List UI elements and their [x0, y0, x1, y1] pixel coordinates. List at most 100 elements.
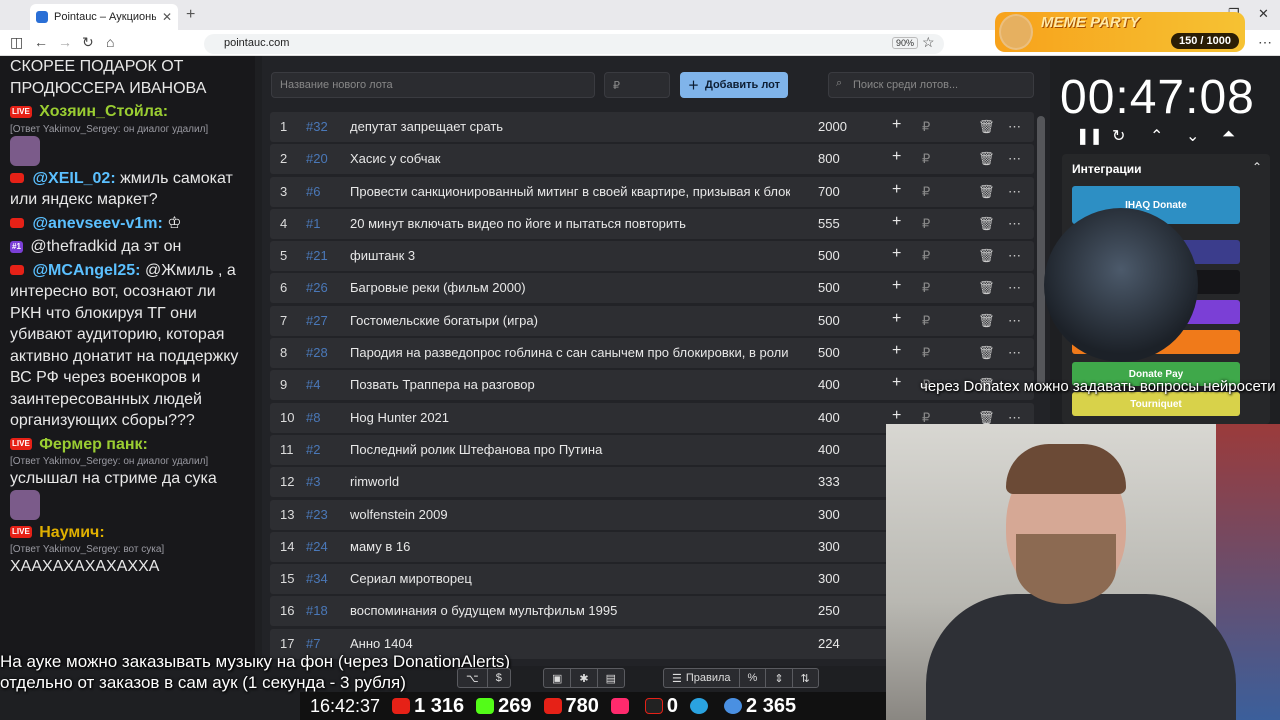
- close-tab-icon[interactable]: ✕: [162, 10, 172, 24]
- lot-name[interactable]: воспоминания о будущем мультфильм 1995: [350, 603, 790, 618]
- more-icon[interactable]: ⋯: [1008, 280, 1021, 296]
- more-icon[interactable]: ⋯: [1008, 119, 1021, 135]
- amount-input[interactable]: ₽: [604, 72, 670, 98]
- lot-name[interactable]: 20 минут включать видео по йоге и пытать…: [350, 216, 790, 231]
- ruble-icon[interactable]: ₽: [922, 151, 930, 167]
- chevron-up-icon[interactable]: ⌃: [1150, 126, 1163, 146]
- lot-row[interactable]: 5 #21 фиштанк 3 500 + ₽ 🗑 ⋯: [270, 241, 1034, 272]
- reset-icon[interactable]: ↻: [1112, 126, 1125, 146]
- rules-button[interactable]: ☰ Правила: [664, 669, 740, 687]
- add-amount-icon[interactable]: +: [892, 374, 901, 392]
- ruble-icon[interactable]: ₽: [922, 248, 930, 264]
- save-icon[interactable]: ▣: [544, 669, 572, 687]
- lot-row[interactable]: 1 #32 депутат запрещает срать 2000 + ₽ 🗑 ⋯: [270, 112, 1034, 142]
- chat-user: @XEIL_02:: [32, 169, 116, 187]
- lot-name[interactable]: Последний ролик Штефанова про Путина: [350, 442, 790, 457]
- lot-name[interactable]: маму в 16: [350, 539, 790, 554]
- lot-name[interactable]: Багровые реки (фильм 2000): [350, 280, 790, 295]
- add-amount-icon[interactable]: +: [892, 407, 901, 425]
- add-lot-button[interactable]: ＋ Добавить лот: [680, 72, 788, 98]
- lot-row[interactable]: 7 #27 Гостомельские богатыри (игра) 500 + ₽ 🗑 ⋯: [270, 305, 1034, 336]
- integration-button[interactable]: Tourniquet: [1072, 392, 1240, 416]
- tab-pointauc[interactable]: Pointauc – Аукционы, лотереи ✕: [30, 4, 178, 30]
- add-amount-icon[interactable]: +: [892, 310, 901, 328]
- lot-name[interactable]: Hog Hunter 2021: [350, 410, 790, 425]
- viewers-count: 2 365: [746, 694, 797, 717]
- home-icon[interactable]: ⌂: [106, 34, 114, 50]
- lot-row[interactable]: 4 #1 20 минут включать видео по йоге и пыт…: [270, 208, 1034, 239]
- rutube-icon: [644, 698, 663, 715]
- lot-name[interactable]: Сериал миротворец: [350, 571, 790, 586]
- more-icon[interactable]: ⋯: [1008, 248, 1021, 264]
- more-icon[interactable]: ⋯: [1008, 216, 1021, 232]
- menu-icon[interactable]: ⋯: [1258, 34, 1272, 51]
- add-amount-icon[interactable]: +: [892, 245, 901, 263]
- reload-icon[interactable]: ↻: [82, 34, 94, 51]
- sidebar-icon[interactable]: ◫: [10, 34, 23, 51]
- ruble-icon[interactable]: ₽: [922, 345, 930, 361]
- add-amount-icon[interactable]: +: [892, 181, 901, 199]
- more-icon[interactable]: ⋯: [1008, 313, 1021, 329]
- lot-row[interactable]: 2 #20 Хасис у собчак 800 + ₽ 🗑 ⋯: [270, 144, 1034, 175]
- lot-row[interactable]: 3 #6 Провести санкционированный митинг в с…: [270, 176, 1034, 207]
- lot-name[interactable]: Анно 1404: [350, 636, 790, 651]
- new-tab-icon[interactable]: +: [186, 6, 195, 24]
- pause-icon[interactable]: ❚❚: [1076, 126, 1103, 146]
- lot-row[interactable]: 6 #26 Багровые реки (фильм 2000) 500 + ₽ 🗑 ⋯: [270, 273, 1034, 304]
- favorite-icon[interactable]: ☆: [922, 34, 935, 51]
- new-lot-input[interactable]: Название нового лота: [271, 72, 595, 98]
- lot-row[interactable]: 8 #28 Пародия на разведопрос гоблина с сан…: [270, 338, 1034, 369]
- lot-amount: 300: [818, 538, 840, 554]
- delete-icon[interactable]: 🗑: [978, 184, 995, 200]
- add-amount-icon[interactable]: +: [892, 148, 901, 166]
- collapse-icon[interactable]: ⌃: [1252, 160, 1262, 174]
- lot-name[interactable]: Гостомельские богатыри (игра): [350, 313, 790, 328]
- ruble-icon[interactable]: ₽: [922, 216, 930, 232]
- ruble-icon[interactable]: ₽: [922, 119, 930, 135]
- percent-icon[interactable]: %: [740, 669, 767, 687]
- url-field[interactable]: pointauc.com: [204, 34, 944, 54]
- delete-icon[interactable]: 🗑: [978, 248, 995, 264]
- bug-icon[interactable]: ✱: [571, 669, 598, 687]
- delete-icon[interactable]: 🗑: [978, 345, 995, 361]
- lot-name[interactable]: Позвать Траппера на разговор: [350, 377, 790, 392]
- lot-name[interactable]: Хасис у собчак: [350, 151, 790, 166]
- lot-name[interactable]: Провести санкционированный митинг в свое…: [350, 184, 790, 199]
- back-icon[interactable]: ←: [34, 34, 48, 50]
- lot-name[interactable]: депутат запрещает срать: [350, 119, 790, 134]
- add-amount-icon[interactable]: +: [892, 116, 901, 134]
- more-icon[interactable]: ⋯: [1008, 151, 1021, 167]
- delete-icon[interactable]: 🗑: [978, 119, 995, 135]
- chevron-down-icon[interactable]: ⌄: [1186, 126, 1199, 146]
- streamer-hair: [1006, 444, 1126, 494]
- forward-icon[interactable]: →: [58, 34, 72, 50]
- donate-icon[interactable]: $: [488, 669, 510, 687]
- lot-name[interactable]: wolfenstein 2009: [350, 507, 790, 522]
- delete-icon[interactable]: 🗑: [978, 313, 995, 329]
- double-chevron-up-icon[interactable]: ⏶: [1222, 126, 1235, 144]
- ruble-icon[interactable]: ₽: [922, 280, 930, 296]
- lot-list-scrollbar[interactable]: [1037, 116, 1045, 386]
- close-window-icon[interactable]: ✕: [1258, 6, 1269, 22]
- ruble-icon[interactable]: ₽: [922, 313, 930, 329]
- add-amount-icon[interactable]: +: [892, 277, 901, 295]
- sort-icon[interactable]: ⇅: [793, 669, 818, 687]
- lot-name[interactable]: Пародия на разведопрос гоблина с сан сан…: [350, 345, 790, 360]
- delete-icon[interactable]: 🗑: [978, 151, 995, 167]
- zoom-badge[interactable]: 90%: [892, 37, 919, 49]
- add-amount-icon[interactable]: +: [892, 213, 901, 231]
- lot-amount: 555: [818, 215, 840, 231]
- delete-icon[interactable]: 🗑: [978, 216, 995, 232]
- more-icon[interactable]: ⋯: [1008, 184, 1021, 200]
- add-amount-icon[interactable]: +: [892, 342, 901, 360]
- archive-icon[interactable]: ▤: [598, 669, 624, 687]
- delete-icon[interactable]: 🗑: [978, 280, 995, 296]
- ruble-icon[interactable]: ₽: [922, 184, 930, 200]
- github-icon[interactable]: ⌥: [458, 669, 488, 687]
- lot-name[interactable]: rimworld: [350, 474, 790, 489]
- split-icon[interactable]: ⇕: [766, 669, 793, 687]
- lot-name[interactable]: фиштанк 3: [350, 248, 790, 263]
- chat-text: @thefradkid да эт он: [30, 238, 182, 255]
- search-input[interactable]: ⌕ Поиск среди лотов...: [828, 72, 1034, 98]
- more-icon[interactable]: ⋯: [1008, 345, 1021, 361]
